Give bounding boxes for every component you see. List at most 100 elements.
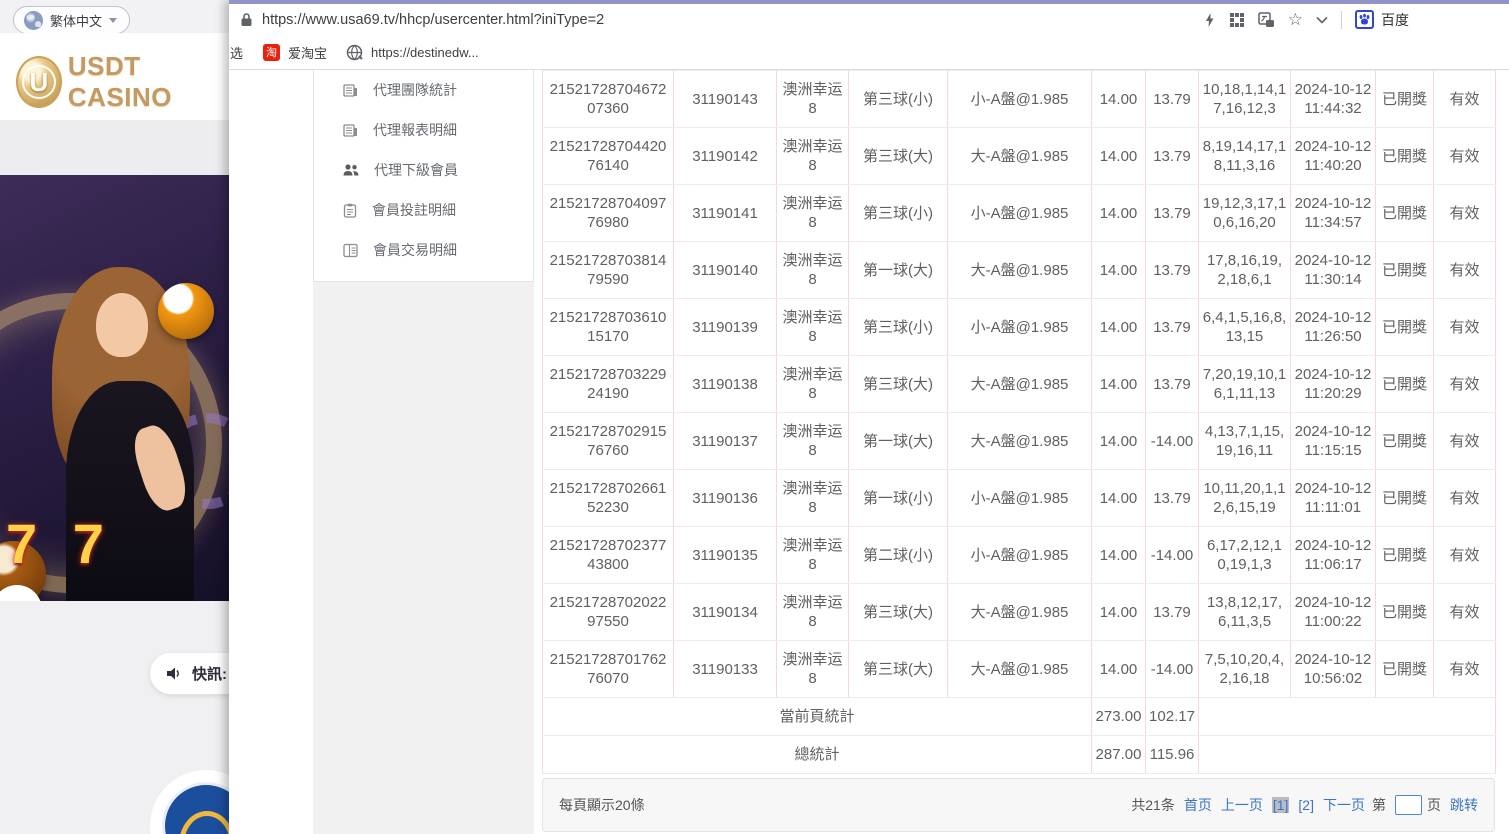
cell-period: 31190142 bbox=[674, 128, 777, 185]
cell-bet-content: 小-A盤@1.985 bbox=[948, 527, 1092, 584]
cell-play-type: 第一球(小) bbox=[849, 470, 948, 527]
cell-amount: 14.00 bbox=[1092, 299, 1146, 356]
chevron-down-icon bbox=[109, 18, 117, 23]
cell-bet-content: 大-A盤@1.985 bbox=[948, 242, 1092, 299]
news-ticker-pill[interactable]: 快訊: bbox=[150, 653, 229, 694]
cell-game: 澳洲幸运8 bbox=[777, 527, 849, 584]
chevron-down-icon[interactable] bbox=[1316, 16, 1328, 24]
cell-draw-numbers: 6,4,1,5,16,8,13,15 bbox=[1199, 299, 1291, 356]
cell-play-type: 第二球(小) bbox=[849, 527, 948, 584]
bookmark-item-taobao[interactable]: 爱淘宝 bbox=[288, 43, 327, 62]
translate-icon[interactable] bbox=[1258, 12, 1275, 28]
pagination-controls: 共21条 首页 上一页 [1] [2] 下一页 第 页 跳转 bbox=[1131, 795, 1478, 815]
bookmark-star-icon[interactable]: ☆ bbox=[1288, 10, 1303, 30]
cell-draw-numbers: 7,20,19,10,16,1,11,13 bbox=[1199, 356, 1291, 413]
sidebar-menu: 代理團隊統計 代理報表明細 bbox=[313, 70, 534, 282]
cell-period: 31190136 bbox=[674, 470, 777, 527]
cell-win-loss: 13.79 bbox=[1146, 185, 1199, 242]
cell-amount: 14.00 bbox=[1092, 470, 1146, 527]
address-bar-url[interactable]: https://www.usa69.tv/hhcp/usercenter.htm… bbox=[262, 12, 604, 28]
cell-play-type: 第三球(小) bbox=[849, 185, 948, 242]
cell-draw-numbers: 13,8,12,17,6,11,3,5 bbox=[1199, 584, 1291, 641]
cell-order-id: 2152172870202297550 bbox=[543, 584, 674, 641]
sidebar: 代理團隊統計 代理報表明細 bbox=[313, 70, 534, 834]
sidebar-item-member-transaction-detail[interactable]: 會員交易明細 bbox=[314, 230, 533, 270]
language-selector[interactable]: 繁体中文 bbox=[13, 6, 130, 34]
cell-validity: 有效 bbox=[1434, 641, 1496, 698]
cell-order-id: 2152172870266152230 bbox=[543, 470, 674, 527]
cell-win-loss: -14.00 bbox=[1146, 641, 1199, 698]
globe-bookmark-icon[interactable] bbox=[346, 44, 363, 61]
cell-status: 已開獎 bbox=[1376, 527, 1434, 584]
cell-validity: 有效 bbox=[1434, 128, 1496, 185]
cell-game: 澳洲幸运8 bbox=[777, 128, 849, 185]
cell-status: 已開獎 bbox=[1376, 128, 1434, 185]
jump-button[interactable]: 跳转 bbox=[1450, 795, 1478, 815]
page-2-link[interactable]: [2] bbox=[1298, 797, 1314, 813]
summary-empty bbox=[1199, 698, 1496, 736]
address-bar-actions: ☆ 百度 bbox=[1203, 4, 1409, 35]
cell-period: 31190134 bbox=[674, 584, 777, 641]
sidebar-item-agent-team-stats[interactable]: 代理團隊統計 bbox=[314, 70, 533, 110]
cell-win-loss: -14.00 bbox=[1146, 413, 1199, 470]
cell-time: 2024-10-12 11:11:01 bbox=[1291, 470, 1376, 527]
cell-play-type: 第三球(大) bbox=[849, 641, 948, 698]
billiard-ball-graphic bbox=[158, 283, 214, 339]
cell-time: 2024-10-12 11:44:32 bbox=[1291, 71, 1376, 128]
sidebar-item-label: 代理下級會員 bbox=[374, 160, 458, 180]
cell-time: 2024-10-12 11:20:29 bbox=[1291, 356, 1376, 413]
sidebar-item-agent-report-detail[interactable]: 代理報表明細 bbox=[314, 110, 533, 150]
table-row: 215217287044207614031190142澳洲幸运8第三球(大)大-… bbox=[543, 128, 1496, 185]
pagination-bar: 每頁顯示20條 共21条 首页 上一页 [1] [2] 下一页 第 页 跳转 bbox=[542, 778, 1495, 832]
sidebar-item-agent-sub-members[interactable]: 代理下級會員 bbox=[314, 150, 533, 190]
casino-logo-band: U USDT CASINO bbox=[0, 33, 229, 120]
cell-status: 已開獎 bbox=[1376, 470, 1434, 527]
cell-order-id: 2152172870409776980 bbox=[543, 185, 674, 242]
cell-draw-numbers: 8,19,14,17,18,11,3,16 bbox=[1199, 128, 1291, 185]
casino-topbar: 繁体中文 bbox=[0, 0, 229, 33]
next-page-link[interactable]: 下一页 bbox=[1323, 795, 1365, 815]
page-size-label: 每頁顯示20條 bbox=[559, 795, 645, 815]
cell-game: 澳洲幸运8 bbox=[777, 185, 849, 242]
cell-order-id: 2152172870176276070 bbox=[543, 641, 674, 698]
baidu-label[interactable]: 百度 bbox=[1381, 10, 1409, 30]
cell-bet-content: 小-A盤@1.985 bbox=[948, 299, 1092, 356]
prev-page-link[interactable]: 上一页 bbox=[1221, 795, 1263, 815]
cell-validity: 有效 bbox=[1434, 185, 1496, 242]
sidebar-item-member-bet-detail[interactable]: 會員投註明細 bbox=[314, 190, 533, 230]
sidebar-item-label: 會員交易明細 bbox=[373, 240, 457, 260]
model-face-graphic bbox=[96, 293, 148, 357]
cell-validity: 有效 bbox=[1434, 299, 1496, 356]
baidu-icon[interactable] bbox=[1355, 10, 1374, 29]
jump-prefix-label: 第 bbox=[1372, 795, 1386, 815]
cell-order-id: 2152172870291576760 bbox=[543, 413, 674, 470]
address-bar: https://www.usa69.tv/hhcp/usercenter.htm… bbox=[229, 4, 1509, 35]
page-1-current[interactable]: [1] bbox=[1272, 797, 1290, 813]
table-row: 215217287020229755031190134澳洲幸运8第三球(大)大-… bbox=[543, 584, 1496, 641]
first-page-link[interactable]: 首页 bbox=[1184, 795, 1212, 815]
bookmark-item-partial[interactable]: 选 bbox=[230, 43, 243, 62]
cell-validity: 有效 bbox=[1434, 584, 1496, 641]
cell-bet-content: 小-A盤@1.985 bbox=[948, 185, 1092, 242]
cell-play-type: 第三球(小) bbox=[849, 71, 948, 128]
page-jump-input[interactable] bbox=[1395, 795, 1422, 815]
bookmarks-bar: 选 淘 爱淘宝 https://destinedw... bbox=[229, 35, 1509, 70]
cell-draw-numbers: 10,11,20,1,12,6,15,19 bbox=[1199, 470, 1291, 527]
cell-time: 2024-10-12 11:15:15 bbox=[1291, 413, 1376, 470]
cell-order-id: 2152172870442076140 bbox=[543, 128, 674, 185]
taobao-icon[interactable]: 淘 bbox=[263, 44, 280, 61]
cell-time: 2024-10-12 11:30:14 bbox=[1291, 242, 1376, 299]
flash-icon[interactable] bbox=[1203, 12, 1216, 28]
cell-game: 澳洲幸运8 bbox=[777, 413, 849, 470]
cell-game: 澳洲幸运8 bbox=[777, 641, 849, 698]
cell-period: 31190137 bbox=[674, 413, 777, 470]
summary-empty bbox=[1199, 736, 1496, 774]
cell-time: 2024-10-12 11:00:22 bbox=[1291, 584, 1376, 641]
cell-bet-content: 大-A盤@1.985 bbox=[948, 641, 1092, 698]
speaker-icon bbox=[166, 665, 183, 682]
bookmark-item-link[interactable]: https://destinedw... bbox=[371, 45, 479, 60]
cell-time: 2024-10-12 11:34:57 bbox=[1291, 185, 1376, 242]
grid-extension-icon[interactable] bbox=[1229, 12, 1245, 28]
logo-letter: U bbox=[22, 65, 56, 99]
cell-amount: 14.00 bbox=[1092, 128, 1146, 185]
